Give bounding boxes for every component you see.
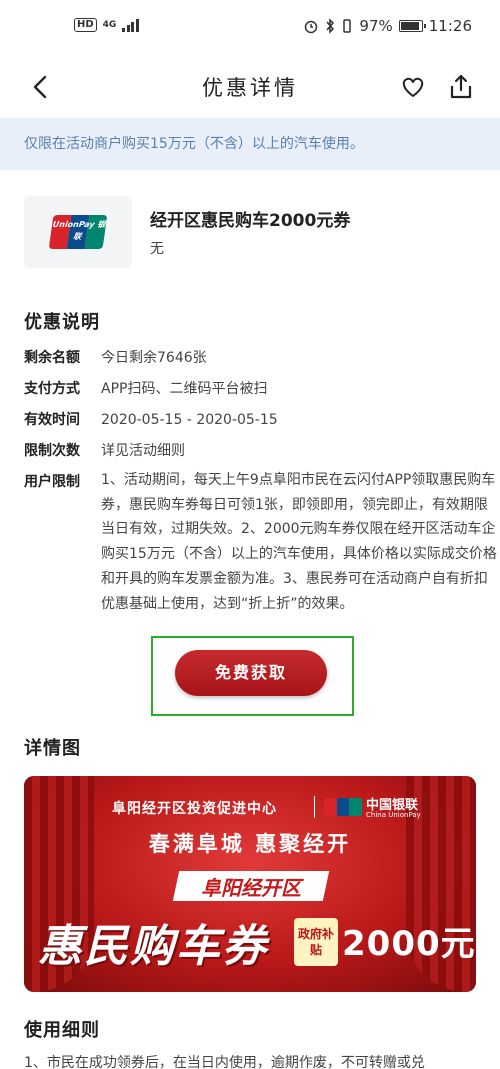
claim-highlight: 免费获取 <box>151 636 354 716</box>
rules-text: 1、市民在成功领券后，在当日内使用，逾期作废，不可转赠或兑 <box>24 1055 425 1069</box>
status-bar: HD 4G 97% 11:26 <box>0 0 500 58</box>
info-value: 今日剩余7646张 <box>101 350 207 366</box>
unionpay-mini-logo <box>324 798 362 816</box>
nav-bar: 优惠详情 <box>0 58 500 118</box>
info-value: 2020-05-15 - 2020-05-15 <box>101 412 278 428</box>
banner-unionpay-en: China UnionPay <box>366 811 421 819</box>
battery-percent: 97% <box>359 17 393 35</box>
hd-indicator: HD <box>74 18 97 32</box>
banner-zone: 阜阳经开区 <box>201 876 301 900</box>
user-limit-text: 1、活动期间，每天上午9点阜阳市民在云闪付APP领取惠民购车券，惠民购车券每日可… <box>101 472 497 612</box>
coupon-subtitle: 无 <box>150 241 164 257</box>
alarm-icon <box>305 20 318 34</box>
claim-button[interactable]: 免费获取 <box>175 650 327 696</box>
banner-amount: 2000元 <box>342 924 476 964</box>
rules-heading: 使用细则 <box>24 1020 100 1041</box>
share-icon[interactable] <box>446 72 476 102</box>
banner-subsidy-badge: 政府补贴 <box>294 918 338 966</box>
unionpay-logo-text: UnionPay 银联 <box>52 220 106 241</box>
details-heading: 详情图 <box>24 738 81 759</box>
banner-slogan: 春满阜城 惠聚经开 <box>148 832 352 856</box>
bluetooth-icon <box>326 18 335 34</box>
description-heading: 优惠说明 <box>24 312 100 333</box>
info-value: 详见活动细则 <box>101 443 185 459</box>
info-label: 剩余名额 <box>24 350 80 366</box>
coupon-logo: UnionPay 银联 <box>24 196 132 268</box>
notice-banner: 仅限在活动商户购买15万元（不含）以上的汽车使用。 <box>0 118 500 170</box>
info-value: APP扫码、二维码平台被扫 <box>101 381 268 397</box>
battery-icon <box>398 20 426 32</box>
status-left: HD 4G <box>74 18 139 32</box>
vibrate-icon <box>343 19 352 33</box>
status-right: 97% 11:26 <box>303 17 472 35</box>
info-label: 限制次数 <box>24 443 80 459</box>
network-type: 4G <box>102 19 117 30</box>
details-banner-image: 阜阳经开区投资促进中心 中国银联 China UnionPay 春满阜城 惠聚经… <box>24 776 476 992</box>
clock: 11:26 <box>428 17 472 35</box>
banner-divider <box>314 796 315 818</box>
coupon-title: 经开区惠民购车2000元券 <box>150 211 351 231</box>
info-label: 用户限制 <box>24 474 80 490</box>
signal-icon <box>122 18 139 32</box>
info-label: 有效时间 <box>24 412 80 428</box>
favorite-icon[interactable] <box>398 72 428 102</box>
banner-main-title: 惠民购车券 <box>38 921 268 972</box>
info-label: 支付方式 <box>24 381 80 397</box>
banner-organizer: 阜阳经开区投资促进中心 <box>112 801 277 817</box>
unionpay-logo: UnionPay 银联 <box>48 215 108 249</box>
